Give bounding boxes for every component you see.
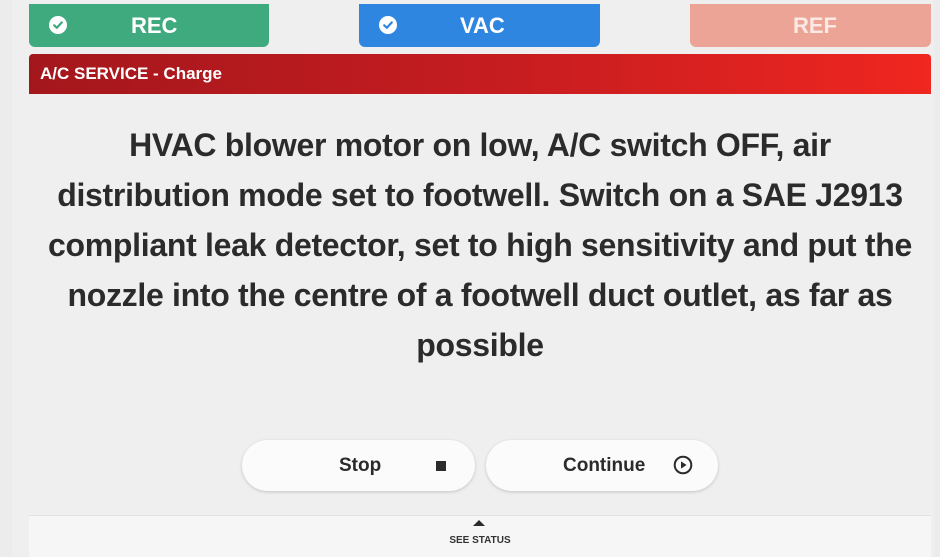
tab-rec-label: REC xyxy=(131,13,178,38)
stop-button-label: Stop xyxy=(339,455,382,476)
check-circle-icon xyxy=(379,16,397,34)
tab-rec[interactable]: REC xyxy=(29,4,269,47)
tab-ref-label: REF xyxy=(793,13,837,38)
see-status-bar[interactable]: SEE STATUS xyxy=(29,515,931,557)
see-status-label: SEE STATUS xyxy=(449,535,511,546)
check-circle-icon xyxy=(49,16,67,34)
caret-up-icon xyxy=(473,520,485,526)
play-circle-icon xyxy=(673,455,693,475)
tab-vac[interactable]: VAC xyxy=(359,4,600,47)
stop-button[interactable]: Stop xyxy=(242,440,475,491)
continue-button[interactable]: Continue xyxy=(486,440,718,491)
instruction-text: HVAC blower motor on low, A/C switch OFF… xyxy=(48,127,912,363)
tab-ref[interactable]: REF xyxy=(690,4,931,47)
stop-square-icon xyxy=(436,461,446,471)
screen: REC VAC REF A/C SERVICE - Charge HVAC bl… xyxy=(12,0,934,557)
continue-button-label: Continue xyxy=(563,455,646,476)
page-title: A/C SERVICE - Charge xyxy=(29,54,931,94)
tab-vac-label: VAC xyxy=(460,13,505,38)
